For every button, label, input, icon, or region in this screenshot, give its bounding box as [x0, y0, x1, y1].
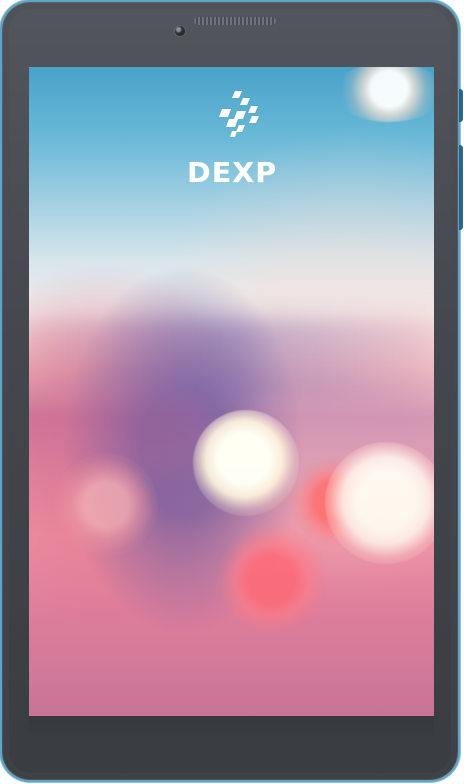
speaker-icon [194, 17, 276, 25]
volume-button[interactable] [459, 145, 463, 230]
brand-name: DEXP [186, 156, 278, 189]
bokeh-light [291, 458, 379, 546]
background-gradient-band [29, 389, 219, 479]
tablet-screen: DEXP [29, 67, 434, 716]
bokeh-light [334, 67, 434, 122]
bokeh-light [193, 410, 299, 516]
background-gradient-band [29, 317, 434, 402]
bokeh-light [217, 525, 327, 635]
bokeh-light [54, 453, 158, 557]
power-button[interactable] [459, 89, 463, 122]
brand-logo: DEXP [158, 89, 303, 199]
bokeh-light [325, 442, 434, 564]
tablet-device: DEXP [2, 2, 463, 780]
camera-icon [175, 26, 185, 36]
background-gradient-band [244, 377, 424, 487]
tablet-scene: DEXP [0, 0, 464, 784]
bezel-shadow [29, 716, 434, 736]
dexp-logo-icon [219, 91, 259, 137]
